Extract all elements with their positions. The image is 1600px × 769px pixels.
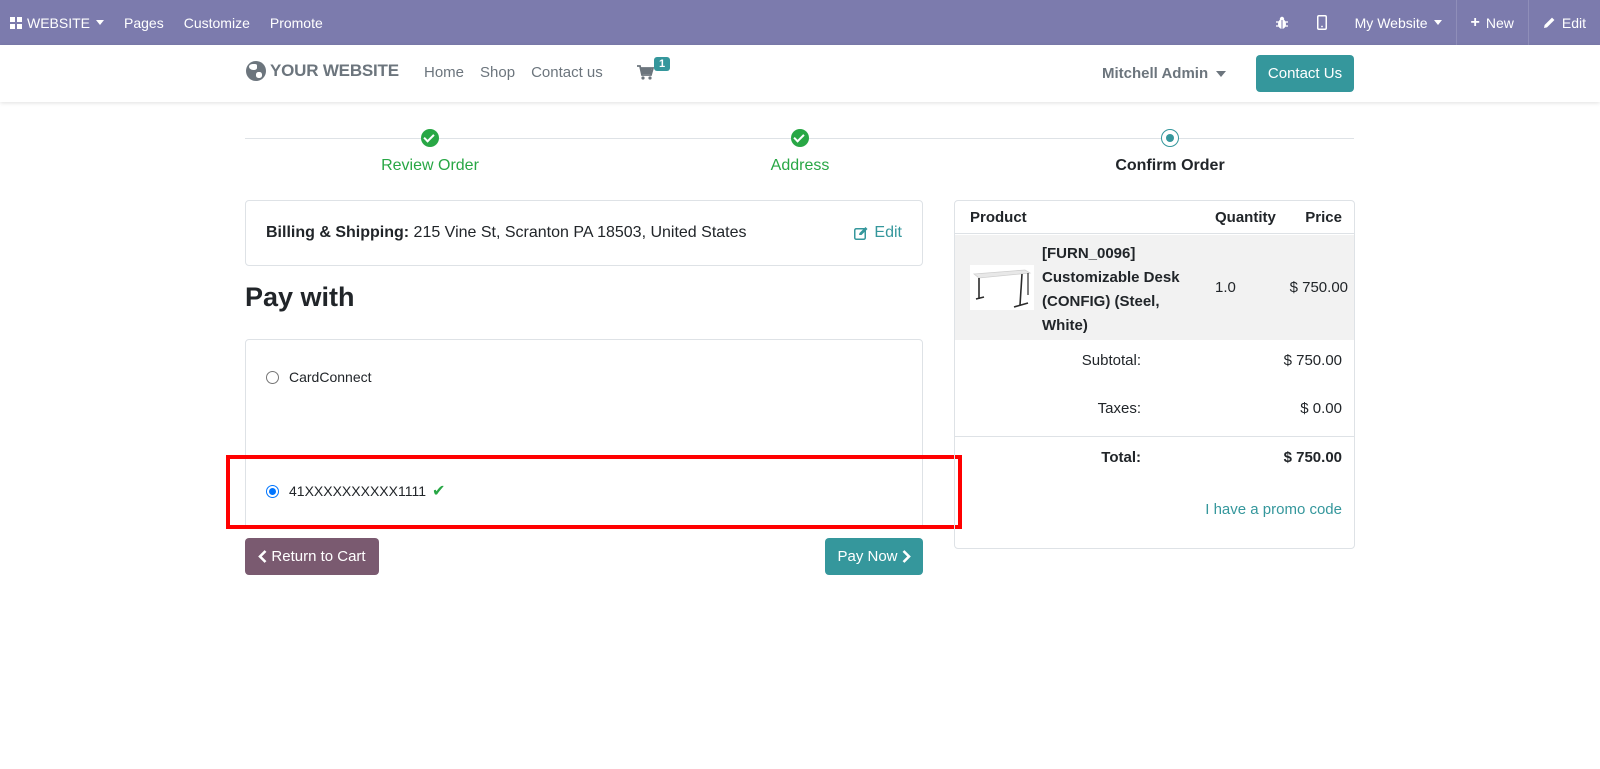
shopping-cart-icon — [637, 65, 655, 80]
pay-now-label: Pay Now — [837, 548, 898, 565]
debug-button[interactable] — [1261, 0, 1303, 45]
subtotal-value: $ 750.00 — [1283, 352, 1342, 369]
subtotal-label: Subtotal: — [1081, 352, 1141, 369]
site-header: YOUR WEBSITE Home Shop Contact us 1 Mitc… — [0, 45, 1600, 102]
new-content-button[interactable]: + New — [1457, 0, 1528, 45]
promo-code-link[interactable]: I have a promo code — [1205, 501, 1342, 518]
step-address[interactable]: Address — [700, 128, 900, 175]
new-label: New — [1485, 14, 1514, 31]
order-summary: Product Quantity Price [FURN_0096] Custo… — [954, 200, 1355, 549]
edit-label: Edit — [1561, 14, 1586, 31]
caret-down-icon — [1433, 20, 1442, 25]
apps-menu-button[interactable]: WEBSITE — [0, 0, 114, 45]
apps-grid-icon — [10, 16, 22, 29]
divider — [955, 436, 1354, 437]
mobile-phone-icon — [1316, 15, 1327, 30]
nav-contact-us[interactable]: Contact us — [531, 64, 603, 81]
cart-link[interactable]: 1 — [637, 57, 671, 87]
product-price: $ 750.00 — [1289, 279, 1348, 296]
pencil-icon — [1543, 17, 1555, 28]
col-product: Product — [970, 209, 1027, 226]
edit-label: Edit — [874, 224, 902, 241]
product-quantity: 1.0 — [1215, 279, 1236, 296]
highlight-box — [226, 455, 962, 529]
billing-address: 215 Vine St, Scranton PA 18503, United S… — [409, 224, 747, 241]
return-label: Return to Cart — [271, 548, 366, 565]
col-quantity: Quantity — [1215, 209, 1276, 226]
check-circle-icon — [421, 129, 439, 147]
edit-address-link[interactable]: Edit — [854, 224, 902, 242]
checkout-progress: Review Order Address Confirm Order — [245, 128, 1354, 188]
chevron-right-icon — [902, 550, 911, 563]
product-name[interactable]: [FURN_0096] Customizable Desk (CONFIG) (… — [1042, 242, 1192, 338]
step-label: Address — [770, 157, 830, 174]
main-nav: Home Shop Contact us — [424, 64, 603, 81]
chevron-left-icon — [258, 550, 267, 563]
step-confirm-order: Confirm Order — [1070, 128, 1270, 175]
menu-customize[interactable]: Customize — [174, 0, 260, 45]
step-label: Review Order — [381, 157, 479, 174]
col-price: Price — [1305, 209, 1342, 226]
edit-button[interactable]: Edit — [1529, 0, 1600, 45]
contact-us-button[interactable]: Contact Us — [1256, 55, 1354, 92]
menu-pages[interactable]: Pages — [114, 0, 174, 45]
check-circle-icon — [791, 129, 809, 147]
cart-count-badge: 1 — [654, 57, 671, 71]
return-to-cart-button[interactable]: Return to Cart — [245, 538, 379, 575]
taxes-value: $ 0.00 — [1300, 400, 1342, 417]
taxes-label: Taxes: — [1097, 400, 1141, 417]
menu-promote[interactable]: Promote — [260, 0, 333, 45]
mobile-preview-button[interactable] — [1303, 0, 1341, 45]
logo-text: YOUR WEBSITE — [270, 61, 399, 80]
user-menu[interactable]: Mitchell Admin — [1102, 65, 1227, 82]
nav-home[interactable]: Home — [424, 64, 464, 81]
pay-now-button[interactable]: Pay Now — [825, 538, 923, 575]
billing-shipping-card: Billing & Shipping: 215 Vine St, Scranto… — [245, 200, 923, 266]
admin-navbar: WEBSITE Pages Customize Promote My Websi… — [0, 0, 1600, 45]
radio-button[interactable] — [266, 370, 279, 384]
plus-icon: + — [1470, 13, 1480, 31]
summary-header: Product Quantity Price — [955, 201, 1354, 234]
bug-icon — [1275, 16, 1288, 29]
step-review-order[interactable]: Review Order — [330, 128, 530, 175]
pay-with-heading: Pay with — [245, 282, 355, 312]
website-switcher[interactable]: My Website — [1341, 0, 1456, 45]
order-line: [FURN_0096] Customizable Desk (CONFIG) (… — [955, 235, 1354, 340]
user-name: Mitchell Admin — [1102, 65, 1209, 82]
desk-image — [972, 269, 1032, 308]
caret-down-icon — [96, 20, 105, 25]
payment-option-label: CardConnect — [289, 369, 372, 385]
site-logo[interactable]: YOUR WEBSITE — [246, 61, 399, 81]
step-label: Confirm Order — [1115, 157, 1225, 174]
product-image — [970, 265, 1034, 310]
edit-icon — [854, 227, 868, 240]
payment-option-cardconnect[interactable]: CardConnect — [266, 369, 372, 385]
current-step-icon — [1161, 129, 1179, 147]
nav-shop[interactable]: Shop — [480, 64, 515, 81]
billing-label: Billing & Shipping: — [266, 224, 410, 241]
apps-menu-label: WEBSITE — [27, 14, 91, 31]
total-value: $ 750.00 — [1283, 449, 1342, 466]
globe-icon — [246, 61, 266, 81]
website-switcher-label: My Website — [1354, 14, 1428, 31]
caret-down-icon — [1216, 70, 1227, 77]
total-label: Total: — [1101, 449, 1141, 466]
